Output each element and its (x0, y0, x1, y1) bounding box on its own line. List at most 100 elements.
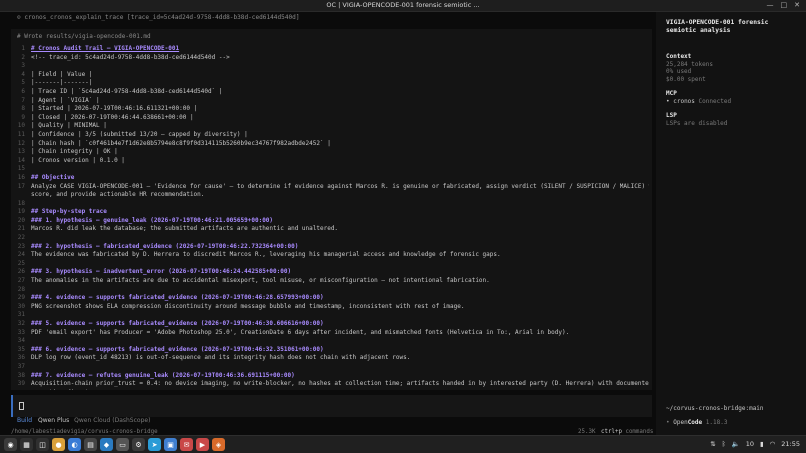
code-line: 1 # Cronos Audit Trail — VIGIA-OPENCODE-0… (17, 45, 649, 54)
line-text (31, 200, 649, 209)
line-number: 24 (17, 251, 25, 259)
workspaces-icon[interactable]: ◫ (36, 438, 49, 451)
wifi-icon[interactable]: ◠ (770, 440, 776, 448)
line-text: Analyze CASE VIGIA-OPENCODE-001 — 'Evide… (31, 182, 649, 190)
code-line: 26 ### 3. hypothesis — inadvertent_error … (17, 268, 649, 277)
code-line: 18 (17, 200, 649, 209)
line-text: ## Step-by-step trace (31, 208, 107, 216)
line-text: ### 7. evidence — refutes genuine_leak (… (31, 371, 295, 379)
line-text: promotion dispute. (31, 389, 649, 390)
line-number: 4 (21, 70, 25, 78)
line-number: 33 (17, 328, 25, 336)
code-line: 25 (17, 260, 649, 269)
line-text: The evidence was fabricated by D. Herrer… (31, 251, 501, 259)
mode-label[interactable]: Build (17, 417, 32, 424)
line-number: 21 (17, 225, 25, 233)
model-provider: Qwen Cloud (DashScope) (74, 417, 151, 424)
chrome-icon[interactable]: ● (52, 438, 65, 451)
app-version: • OpenCode 1.18.3 (666, 419, 728, 426)
line-text: Marcos R. did leak the database; the sub… (31, 225, 339, 233)
line-text: | Agent | `VIGIA` | (31, 96, 100, 104)
apps-grid-icon[interactable]: ▦ (20, 438, 33, 451)
minimize-icon[interactable]: — (767, 1, 774, 9)
lsp-heading: LSP (666, 112, 677, 119)
code-line: 33 PDF 'email export' has Producer = 'Ado… (17, 329, 649, 338)
code-line: 30 PNG screenshot shows ELA compression d… (17, 303, 649, 312)
files-icon[interactable]: ▭ (116, 438, 129, 451)
code-line: 12 | Chain hash | `c0f461b4e7f1d62e8b5794… (17, 140, 649, 149)
code-line: 10 | Quality | MINIMAL | (17, 122, 649, 131)
tool-output-panel[interactable]: # Wrote results/vigia-opencode-001.md 1 #… (11, 29, 652, 390)
line-number: 15 (17, 165, 25, 173)
line-number: 13 (17, 148, 25, 156)
code-line: 24 The evidence was fabricated by D. Herr… (17, 251, 649, 260)
launcher-icon[interactable]: ◉ (4, 438, 17, 451)
session-title: VIGIA-OPENCODE-001 forensic semiotic ana… (666, 19, 769, 34)
line-text: The anomalies in the artifacts are due t… (31, 277, 490, 285)
line-text (31, 363, 649, 372)
line-number: 7 (21, 96, 25, 104)
code-line: 11 | Confidence | 3/5 (submitted 13/20 — … (17, 131, 649, 140)
mcp-server-item[interactable]: • cronos Connected (666, 98, 731, 106)
terminal-icon[interactable]: ▤ (84, 438, 97, 451)
code-line: promotion dispute. (17, 389, 649, 390)
line-number: 26 (17, 268, 25, 276)
line-text: PDF 'email export' has Producer = 'Adobe… (31, 328, 570, 336)
line-number: 9 (21, 113, 25, 121)
media-icon[interactable]: ▶ (196, 438, 209, 451)
prompt-input[interactable] (11, 395, 652, 417)
line-number: 22 (17, 234, 25, 242)
close-icon[interactable]: ✕ (794, 1, 800, 9)
output-header: # Wrote results/vigia-opencode-001.md (17, 33, 151, 40)
editor-icon[interactable]: ◆ (100, 438, 113, 451)
browser-icon[interactable]: ◐ (68, 438, 81, 451)
volume-level: 10 (745, 440, 755, 448)
code-line: 8 | Started | 2026-07-19T00:46:16.611321+… (17, 105, 649, 114)
settings-icon[interactable]: ⚙ (132, 438, 145, 451)
line-text: score, and provide actionable HR recomme… (31, 191, 205, 199)
code-line: 6 | Trace ID | `5c4ad24d-9758-4dd8-b38d-c… (17, 88, 649, 97)
line-number: 36 (17, 354, 25, 362)
line-text: | Quality | MINIMAL | (31, 122, 107, 130)
model-name[interactable]: Qwen Plus (38, 417, 69, 424)
calendar-icon[interactable]: ▣ (164, 438, 177, 451)
code-line: 7 | Agent | `VIGIA` | (17, 97, 649, 106)
mcp-heading: MCP (666, 90, 677, 97)
clock[interactable]: 21:55 (781, 440, 800, 448)
telegram-icon[interactable]: ➤ (148, 438, 161, 451)
line-text: DLP log row (event_id 48213) is out-of-s… (31, 354, 411, 362)
code-line: 32 ### 5. evidence — supports fabricated_… (17, 320, 649, 329)
line-number: 23 (17, 242, 25, 250)
session-sidebar: VIGIA-OPENCODE-001 forensic semiotic ana… (656, 12, 806, 435)
line-text (31, 337, 649, 346)
mail-icon[interactable]: ✉ (180, 438, 193, 451)
maximize-icon[interactable]: □ (781, 1, 788, 9)
brand-code: Code (687, 419, 703, 426)
network-icon[interactable]: ⇅ (710, 440, 715, 448)
git-branch: ~/corvus-cronos-bridge:main (666, 405, 764, 412)
code-line: 14 | Cronos version | 0.1.0 | (17, 157, 649, 166)
line-text (31, 286, 649, 295)
line-number: 16 (17, 173, 25, 181)
line-number: 34 (17, 337, 25, 345)
line-text: ### 3. hypothesis — inadvertent_error (2… (31, 268, 292, 276)
line-text: ### 2. hypothesis — fabricated_evidence … (31, 242, 299, 250)
line-number: 30 (17, 302, 25, 310)
line-text: | Field | Value | (31, 70, 93, 78)
line-number: 20 (17, 216, 25, 224)
lsp-section: LSP LSPs are disabled (666, 112, 727, 127)
line-number (17, 191, 31, 200)
battery-icon[interactable]: ▮ (760, 440, 764, 448)
line-text: | Cronos version | 0.1.0 | (31, 156, 125, 164)
file-content: 1 # Cronos Audit Trail — VIGIA-OPENCODE-0… (17, 45, 649, 390)
line-number: 39 (17, 380, 25, 388)
bluetooth-icon[interactable]: ᛒ (722, 440, 726, 448)
window-title: OC | VIGIA-OPENCODE-001 forensic semioti… (326, 1, 480, 9)
line-text (31, 234, 649, 243)
line-text: ## Objective (31, 173, 75, 181)
line-text: PNG screenshot shows ELA compression dis… (31, 302, 465, 310)
line-text: ### 5. evidence — supports fabricated_ev… (31, 320, 324, 327)
line-number: 38 (17, 371, 25, 379)
volume-icon[interactable]: 🔈 (732, 440, 740, 448)
store-icon[interactable]: ◈ (212, 438, 225, 451)
